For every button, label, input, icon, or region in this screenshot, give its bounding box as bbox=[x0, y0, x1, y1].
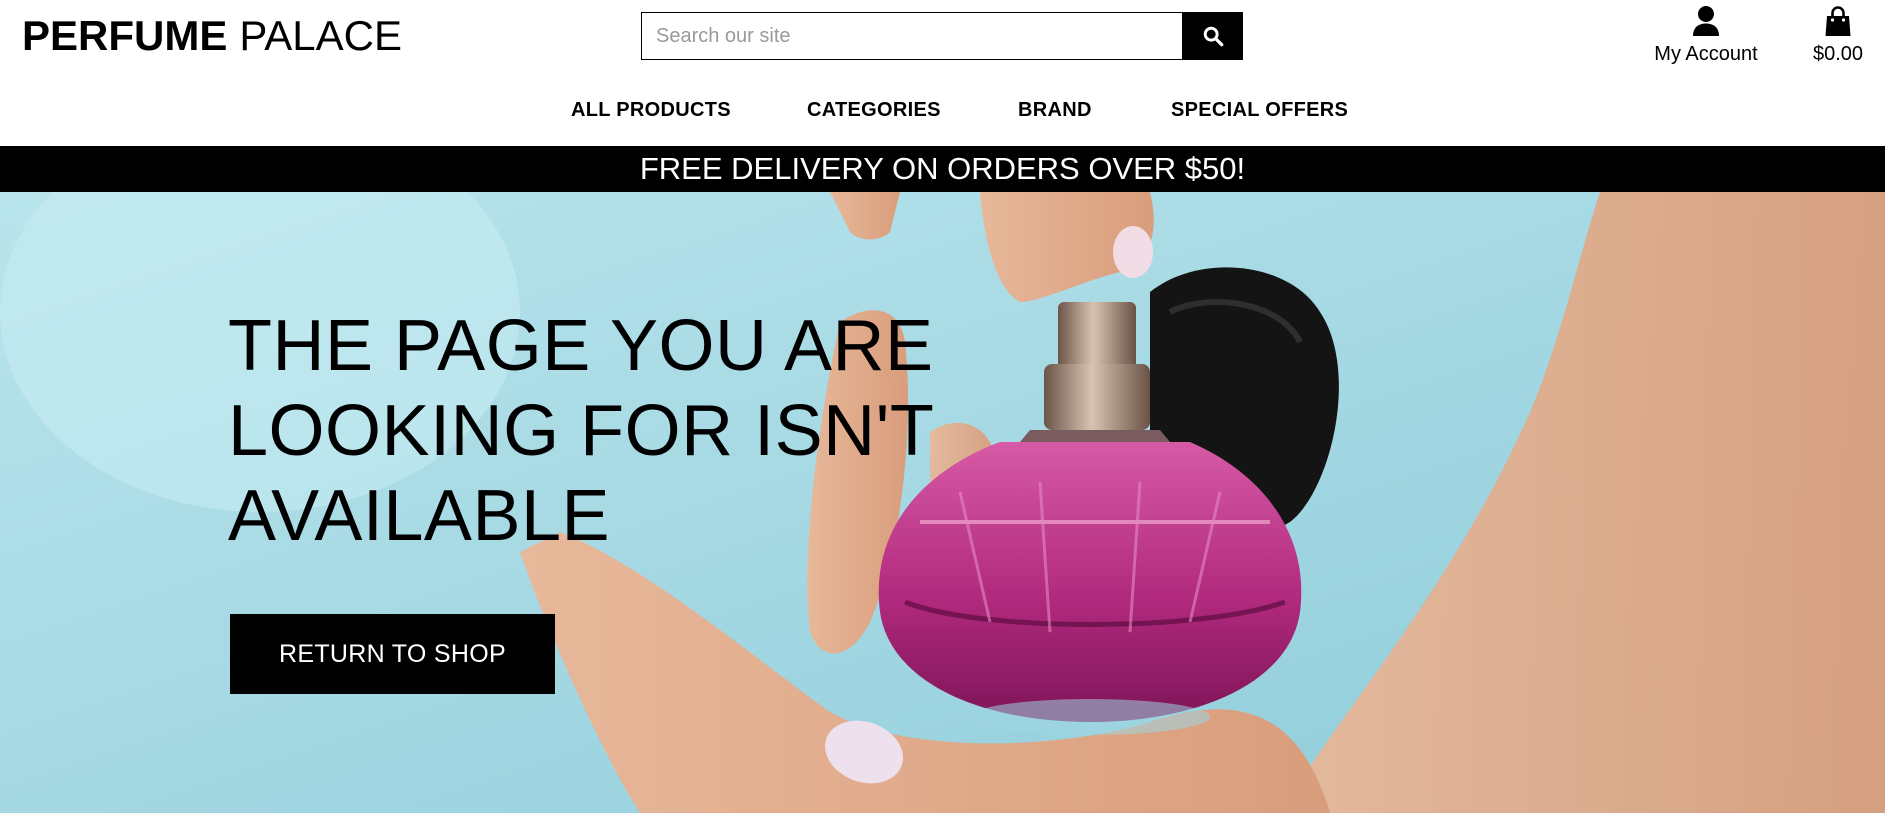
nav-special-offers[interactable]: SPECIAL OFFERS bbox=[1171, 96, 1348, 124]
shopping-bag-icon bbox=[1825, 6, 1851, 36]
main-nav: ALL PRODUCTS CATEGORIES BRAND SPECIAL OF… bbox=[0, 96, 1885, 126]
free-delivery-banner: FREE DELIVERY ON ORDERS OVER $50! bbox=[0, 146, 1885, 192]
logo-light-text: PALACE bbox=[239, 12, 402, 59]
shopping-bag-link[interactable]: $0.00 bbox=[1800, 4, 1876, 66]
site-logo[interactable]: PERFUME PALACE bbox=[22, 12, 402, 60]
nav-all-products[interactable]: ALL PRODUCTS bbox=[571, 96, 731, 124]
search-icon bbox=[1203, 26, 1223, 47]
user-icon bbox=[1693, 6, 1719, 36]
nav-categories[interactable]: CATEGORIES bbox=[807, 96, 941, 124]
error-page-title: THE PAGE YOU ARE LOOKING FOR ISN'T AVAIL… bbox=[228, 306, 934, 556]
my-account-label: My Account bbox=[1654, 43, 1758, 65]
logo-bold-text: PERFUME bbox=[22, 12, 228, 59]
my-account-link[interactable]: My Account bbox=[1645, 4, 1767, 66]
search-input[interactable] bbox=[641, 12, 1182, 60]
search-form bbox=[641, 12, 1243, 60]
hero-section: THE PAGE YOU ARE LOOKING FOR ISN'T AVAIL… bbox=[0, 192, 1885, 813]
search-button[interactable] bbox=[1182, 12, 1243, 60]
site-header: PERFUMEPALACE My Account $0.00 ALL PRODU… bbox=[0, 0, 1885, 146]
bag-total: $0.00 bbox=[1812, 43, 1864, 65]
nav-brand[interactable]: BRAND bbox=[1018, 96, 1092, 124]
return-to-shop-button[interactable]: RETURN TO SHOP bbox=[230, 614, 555, 694]
